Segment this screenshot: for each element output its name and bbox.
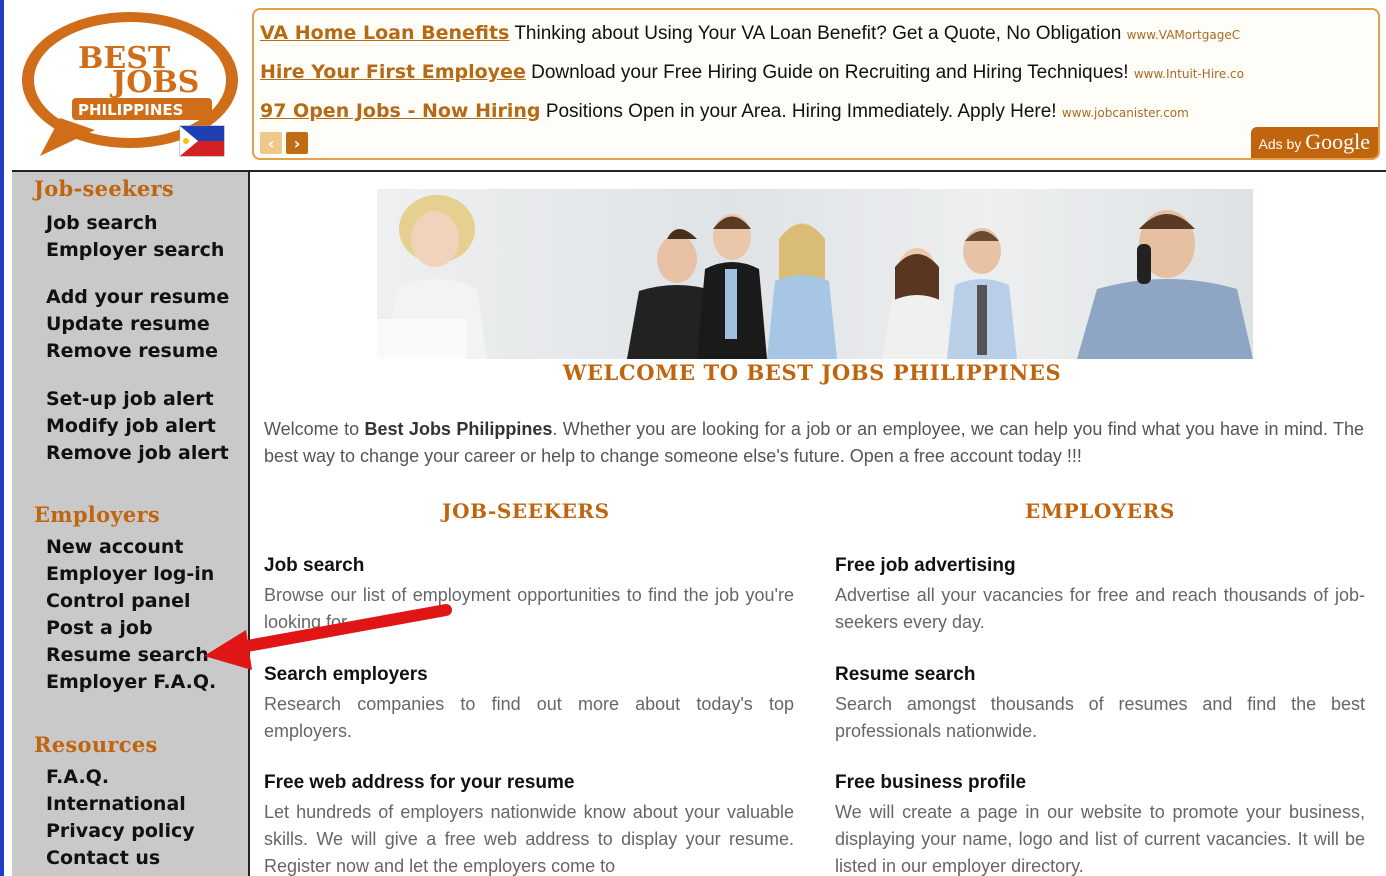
jobseekers-item-title[interactable]: Job search <box>264 555 364 577</box>
logo-word-jobs: JOBS <box>109 65 199 100</box>
sidebar-item-remove-job-alert[interactable]: Remove job alert <box>46 442 229 464</box>
sidebar-item-faq[interactable]: F.A.Q. <box>46 766 109 788</box>
employers-column-heading: EMPLOYERS <box>1025 499 1175 523</box>
intro-prefix: Welcome to <box>264 419 365 439</box>
sidebar-item-control-panel[interactable]: Control panel <box>46 590 191 612</box>
jobseekers-item-desc: Let hundreds of employers nationwide kno… <box>264 802 794 876</box>
sidebar-item-modify-job-alert[interactable]: Modify job alert <box>46 415 216 437</box>
ad-title-link[interactable]: VA Home Loan Benefits <box>260 22 509 44</box>
ad-row: 97 Open Jobs - Now Hiring Positions Open… <box>260 100 1189 123</box>
sidebar-item-add-resume[interactable]: Add your resume <box>46 286 229 308</box>
philippines-flag-icon <box>179 125 225 157</box>
page: BEST JOBS PHILIPPINES VA Home Loan Benef… <box>0 0 1386 876</box>
ad-text: Positions Open in your Area. Hiring Imme… <box>545 101 1057 122</box>
jobseekers-column-heading: JOB-SEEKERS <box>442 499 610 523</box>
sidebar-heading-resources: Resources <box>34 732 158 757</box>
sidebar-item-post-job[interactable]: Post a job <box>46 617 153 639</box>
ads-by-google-badge[interactable]: Ads by Google <box>1250 127 1378 158</box>
ad-row: Hire Your First Employee Download your F… <box>260 61 1244 84</box>
ads-by-prefix: Ads by <box>1258 136 1302 152</box>
sidebar-item-contact-us[interactable]: Contact us <box>46 847 160 869</box>
sidebar-item-new-account[interactable]: New account <box>46 536 184 558</box>
employers-item-title[interactable]: Free job advertising <box>835 555 1016 577</box>
ad-title-link[interactable]: Hire Your First Employee <box>260 61 526 83</box>
google-ads-box: VA Home Loan Benefits Thinking about Usi… <box>252 8 1380 160</box>
main-content: WELCOME TO BEST JOBS PHILIPPINES Welcome… <box>252 172 1386 876</box>
sidebar-item-employer-login[interactable]: Employer log-in <box>46 563 214 585</box>
ad-pager: ‹ › <box>260 132 308 154</box>
sidebar-item-privacy-policy[interactable]: Privacy policy <box>46 820 195 842</box>
left-blue-rail <box>0 0 4 876</box>
employers-item-desc: Advertise all your vacancies for free an… <box>835 585 1365 632</box>
sidebar-item-resume-search[interactable]: Resume search <box>46 644 209 666</box>
ad-url[interactable]: www.Intuit-Hire.co <box>1134 67 1244 81</box>
sidebar-item-update-resume[interactable]: Update resume <box>46 313 210 335</box>
ad-text: Download your Free Hiring Guide on Recru… <box>531 62 1129 83</box>
site-logo[interactable]: BEST JOBS PHILIPPINES <box>20 8 246 160</box>
employers-item-title[interactable]: Resume search <box>835 664 975 686</box>
welcome-title: WELCOME TO BEST JOBS PHILIPPINES <box>562 360 1062 385</box>
sidebar-item-remove-resume[interactable]: Remove resume <box>46 340 218 362</box>
sidebar-item-job-search[interactable]: Job search <box>46 212 158 234</box>
logo-word-philippines: PHILIPPINES <box>78 101 183 119</box>
google-brand: Google <box>1305 129 1370 154</box>
sidebar-heading-jobseekers: Job-seekers <box>34 176 174 201</box>
jobseekers-item-title[interactable]: Free web address for your resume <box>264 772 574 794</box>
ad-row: VA Home Loan Benefits Thinking about Usi… <box>260 22 1240 45</box>
ad-title-link[interactable]: 97 Open Jobs - Now Hiring <box>260 100 541 122</box>
employers-item-desc: We will create a page in our website to … <box>835 802 1365 876</box>
ad-prev-arrow-icon[interactable]: ‹ <box>260 132 282 154</box>
intro-brand: Best Jobs Philippines <box>364 419 553 439</box>
sidebar-heading-employers: Employers <box>34 502 161 527</box>
red-annotation-arrow-icon <box>204 604 452 670</box>
jobseekers-item-desc: Research companies to find out more abou… <box>264 694 794 741</box>
intro-paragraph: Welcome to Best Jobs Philippines. Whethe… <box>264 416 1364 470</box>
employers-item-title[interactable]: Free business profile <box>835 772 1026 794</box>
ad-url[interactable]: www.VAMortgageC <box>1127 28 1241 42</box>
sidebar-item-employer-faq[interactable]: Employer F.A.Q. <box>46 671 216 693</box>
hero-banner-image <box>377 189 1253 359</box>
ad-text: Thinking about Using Your VA Loan Benefi… <box>514 23 1122 44</box>
sidebar-item-international[interactable]: International <box>46 793 186 815</box>
employers-item-desc: Search amongst thousands of resumes and … <box>835 694 1365 741</box>
sidebar-item-employer-search[interactable]: Employer search <box>46 239 224 261</box>
sidebar: Job-seekers Job search Employer search A… <box>12 172 250 876</box>
ad-next-arrow-icon[interactable]: › <box>286 132 308 154</box>
ad-url[interactable]: www.jobcanister.com <box>1062 106 1189 120</box>
sidebar-item-setup-job-alert[interactable]: Set-up job alert <box>46 388 214 410</box>
